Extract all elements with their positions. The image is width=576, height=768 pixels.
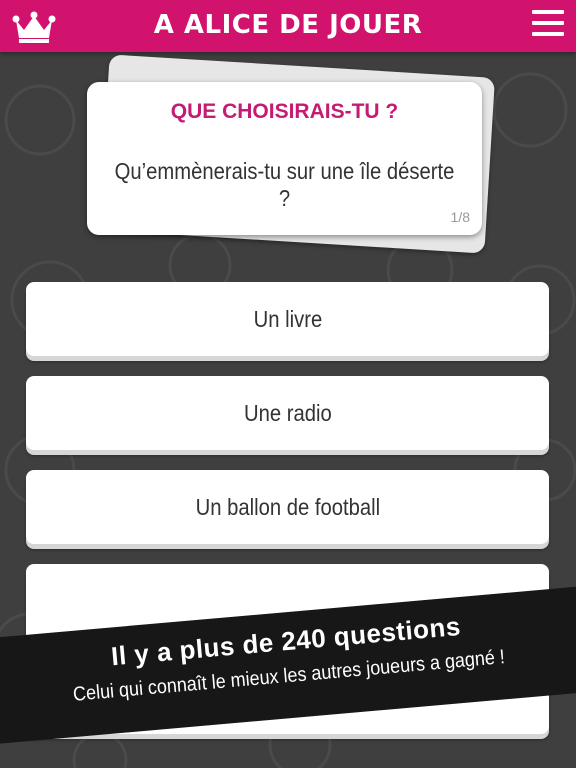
- answer-label: Un livre: [253, 305, 322, 332]
- answer-button[interactable]: Une radio: [26, 376, 549, 450]
- question-text: Qu’emmènerais-tu sur une île déserte ?: [114, 158, 455, 211]
- app-title: A ALICE DE JOUER: [153, 10, 423, 40]
- hamburger-menu-icon[interactable]: [532, 10, 566, 42]
- question-category: QUE CHOISIRAIS-TU ?: [170, 100, 399, 123]
- answer-label: Un ballon de football: [195, 493, 380, 520]
- question-card: QUE CHOISIRAIS-TU ? Qu’emmènerais-tu sur…: [87, 82, 482, 235]
- top-bar: A ALICE DE JOUER: [0, 0, 576, 52]
- question-counter: 1/8: [450, 209, 470, 225]
- answer-label: Une radio: [243, 399, 332, 426]
- answer-button[interactable]: Un livre: [26, 282, 549, 356]
- answer-button[interactable]: Un ballon de football: [26, 470, 549, 544]
